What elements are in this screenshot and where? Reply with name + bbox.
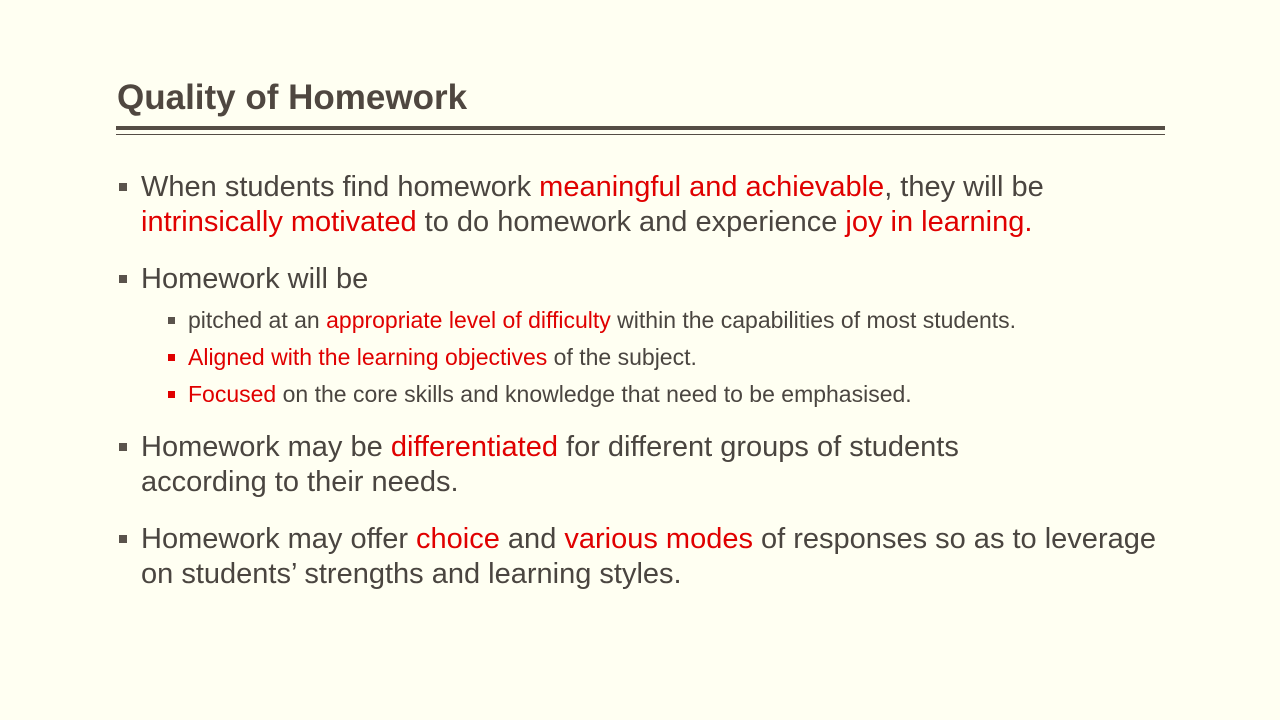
bullet-item-differentiated: Homework may be differentiated for diffe…	[116, 430, 1081, 500]
sub-bullet-item-difficulty: pitched at an appropriate level of diffi…	[141, 306, 1176, 334]
square-bullet-icon	[168, 317, 175, 324]
slide-title: Quality of Homework	[117, 78, 468, 117]
text-segment: When students find homework	[141, 171, 540, 203]
text-segment: to do homework and experience	[416, 206, 846, 238]
bullet-item-homework-will-be: Homework will be pitched at an appropria…	[116, 262, 1176, 408]
sub-bullet-item-objectives: Aligned with the learning objectives of …	[141, 343, 1176, 371]
title-rule-thin	[116, 134, 1165, 135]
text-segment: and	[499, 523, 565, 555]
sub-bullet-list: pitched at an appropriate level of diffi…	[141, 306, 1176, 408]
highlight-segment: various modes	[564, 523, 753, 555]
square-bullet-icon	[119, 443, 127, 451]
bullet-list: When students find homework meaningful a…	[116, 170, 1176, 592]
text-segment: Homework will be	[141, 263, 369, 295]
highlight-segment: appropriate level of difficulty	[326, 307, 611, 333]
highlight-segment: choice	[416, 523, 500, 555]
highlight-segment: Aligned with the learning objectives	[188, 344, 548, 370]
square-bullet-icon	[119, 535, 127, 543]
highlight-segment: differentiated	[390, 431, 558, 463]
text-segment: , they will be	[884, 171, 1044, 203]
square-bullet-icon	[119, 183, 127, 191]
square-bullet-icon	[119, 275, 127, 283]
bullet-item-choice: Homework may offer choice and various mo…	[116, 522, 1161, 592]
slide: Quality of Homework When students find h…	[0, 0, 1280, 720]
text-segment: on the core skills and knowledge that ne…	[276, 381, 912, 407]
bullet-item-motivation: When students find homework meaningful a…	[116, 170, 1176, 240]
square-bullet-icon	[168, 354, 175, 361]
text-segment: of the subject.	[547, 344, 697, 370]
highlight-segment: meaningful and achievable	[539, 171, 885, 203]
highlight-segment: joy in learning.	[845, 206, 1033, 238]
square-bullet-icon	[168, 391, 175, 398]
sub-bullet-item-focused: Focused on the core skills and knowledge…	[141, 380, 1176, 408]
text-segment: Homework may offer	[141, 523, 417, 555]
title-rule-thick	[116, 126, 1165, 130]
text-segment: pitched at an	[188, 307, 327, 333]
highlight-segment: intrinsically motivated	[141, 206, 417, 238]
text-segment: Homework may be	[141, 431, 391, 463]
highlight-segment: Focused	[188, 381, 277, 407]
text-segment: within the capabilities of most students…	[610, 307, 1017, 333]
